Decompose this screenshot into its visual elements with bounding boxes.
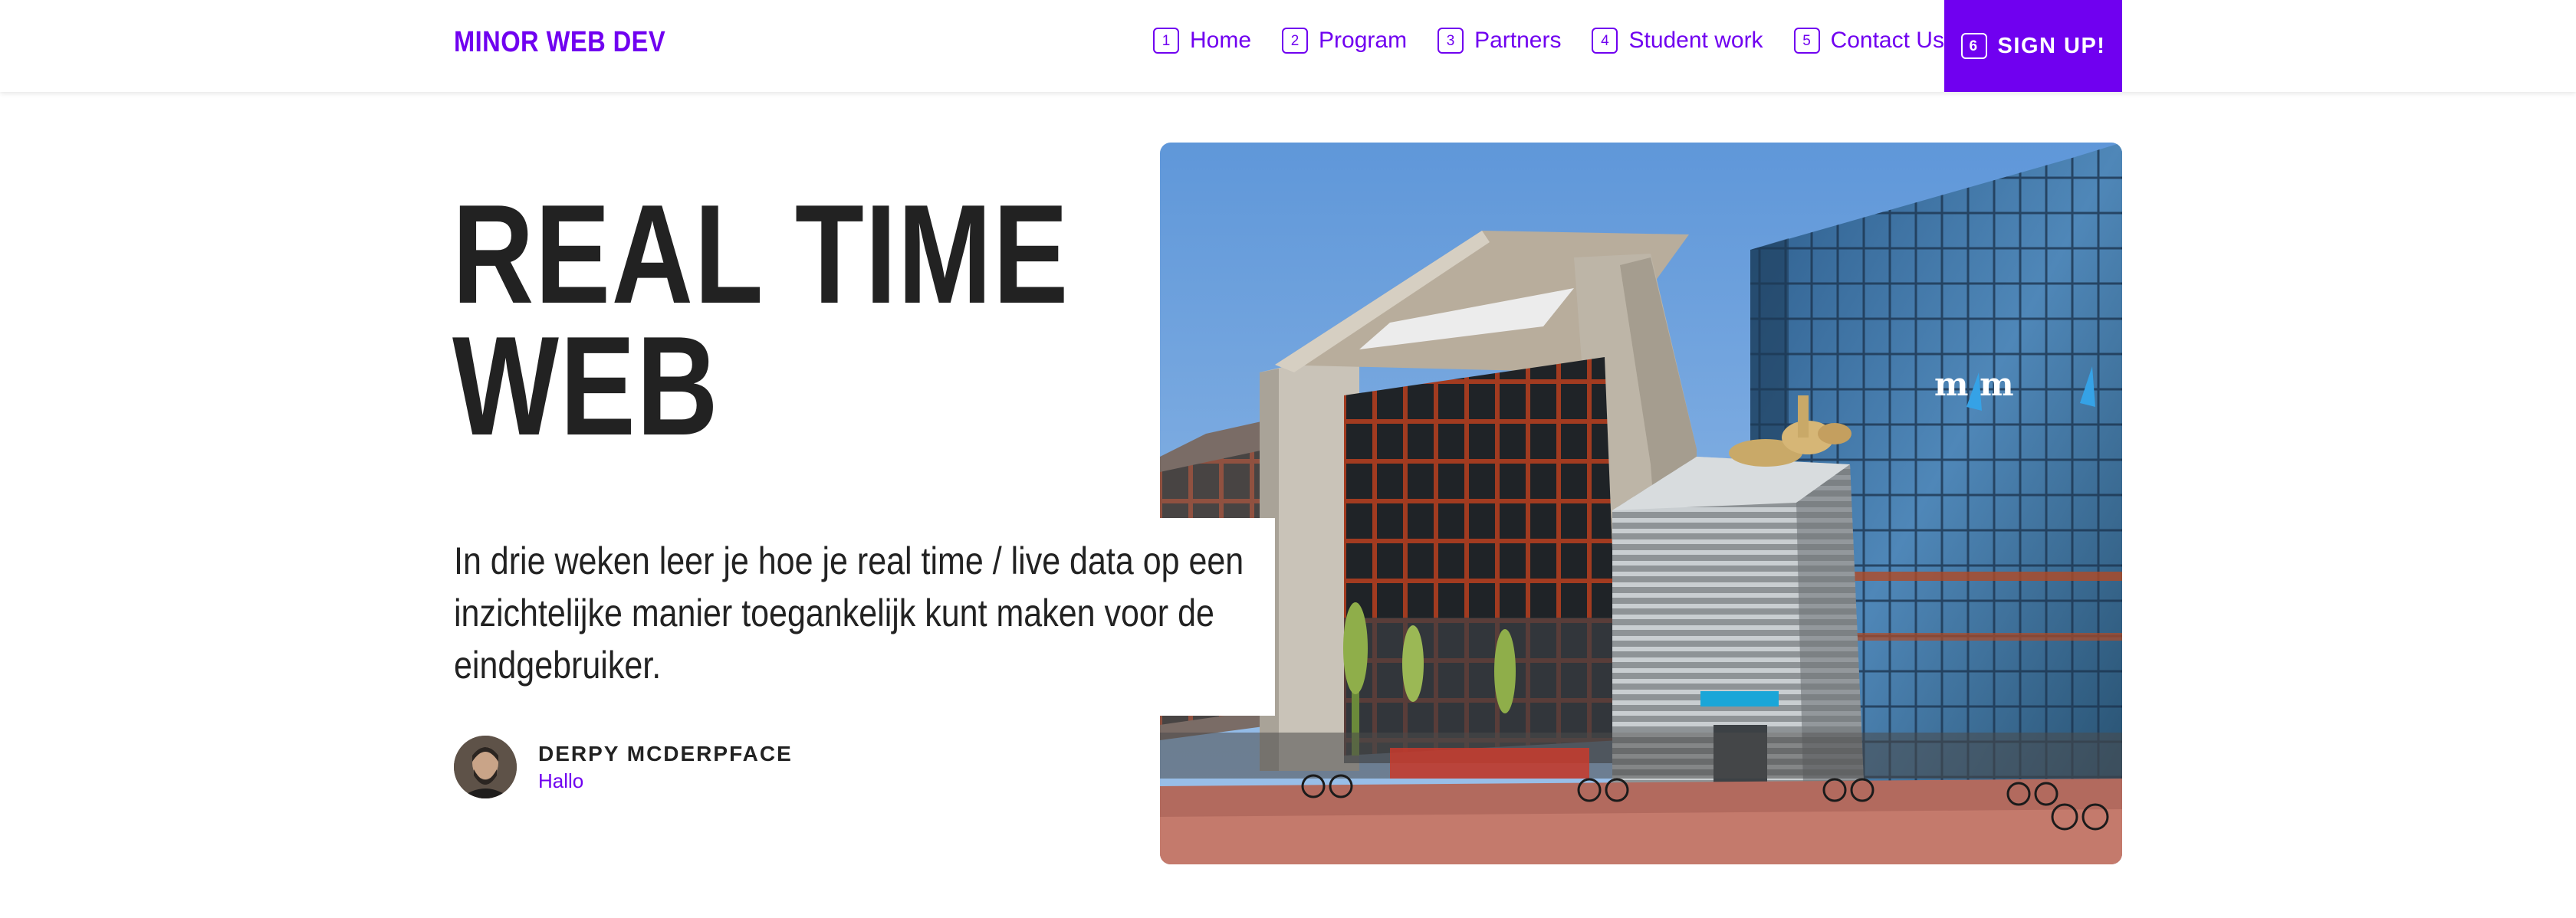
nav-item-label: Student work — [1628, 28, 1763, 53]
hero-photo: m m — [1160, 143, 2122, 864]
nav-item-program[interactable]: 2 Program — [1282, 28, 1407, 54]
nav-number-badge: 2 — [1282, 28, 1309, 54]
top-navigation: MINOR WEB DEV 1 Home 2 Program 3 Partner… — [0, 0, 2576, 92]
sign-up-button[interactable]: 6 SIGN UP! — [1944, 0, 2122, 92]
building-illustration: m m — [1160, 143, 2122, 864]
nav-item-label: Program — [1319, 28, 1408, 53]
page-title-line-1: REAL TIME — [452, 175, 1070, 333]
nav-item-student-work[interactable]: 4 Student work — [1592, 28, 1763, 54]
hero-description: In drie weken leer je hoe je real time /… — [454, 539, 1244, 687]
author-name: DERPY MCDERPFACE — [538, 741, 793, 766]
nav-item-label: Home — [1190, 28, 1252, 53]
author-block: DERPY MCDERPFACE Hallo — [454, 736, 793, 798]
nav-item-label: Partners — [1474, 28, 1562, 53]
brand-logo[interactable]: MINOR WEB DEV — [454, 26, 665, 59]
page-title: REAL TIME WEB — [452, 175, 1070, 464]
nav-item-home[interactable]: 1 Home — [1153, 28, 1251, 54]
main-menu: 1 Home 2 Program 3 Partners 4 Student wo… — [1153, 28, 1944, 54]
nav-number-badge: 4 — [1592, 28, 1618, 54]
avatar — [454, 736, 517, 798]
nav-item-partners[interactable]: 3 Partners — [1438, 28, 1561, 54]
nav-number-badge: 5 — [1793, 28, 1820, 54]
page-title-line-2: WEB — [452, 307, 720, 464]
author-meta: DERPY MCDERPFACE Hallo — [538, 742, 793, 793]
nav-number-badge: 3 — [1438, 28, 1464, 54]
sign-up-label: SIGN UP! — [1997, 33, 2106, 58]
nav-item-contact-us[interactable]: 5 Contact Us — [1793, 28, 1944, 54]
nav-number-badge: 6 — [1960, 33, 1987, 59]
author-link[interactable]: Hallo — [538, 769, 793, 793]
nav-number-badge: 1 — [1153, 28, 1179, 54]
nav-item-label: Contact Us — [1830, 28, 1944, 53]
